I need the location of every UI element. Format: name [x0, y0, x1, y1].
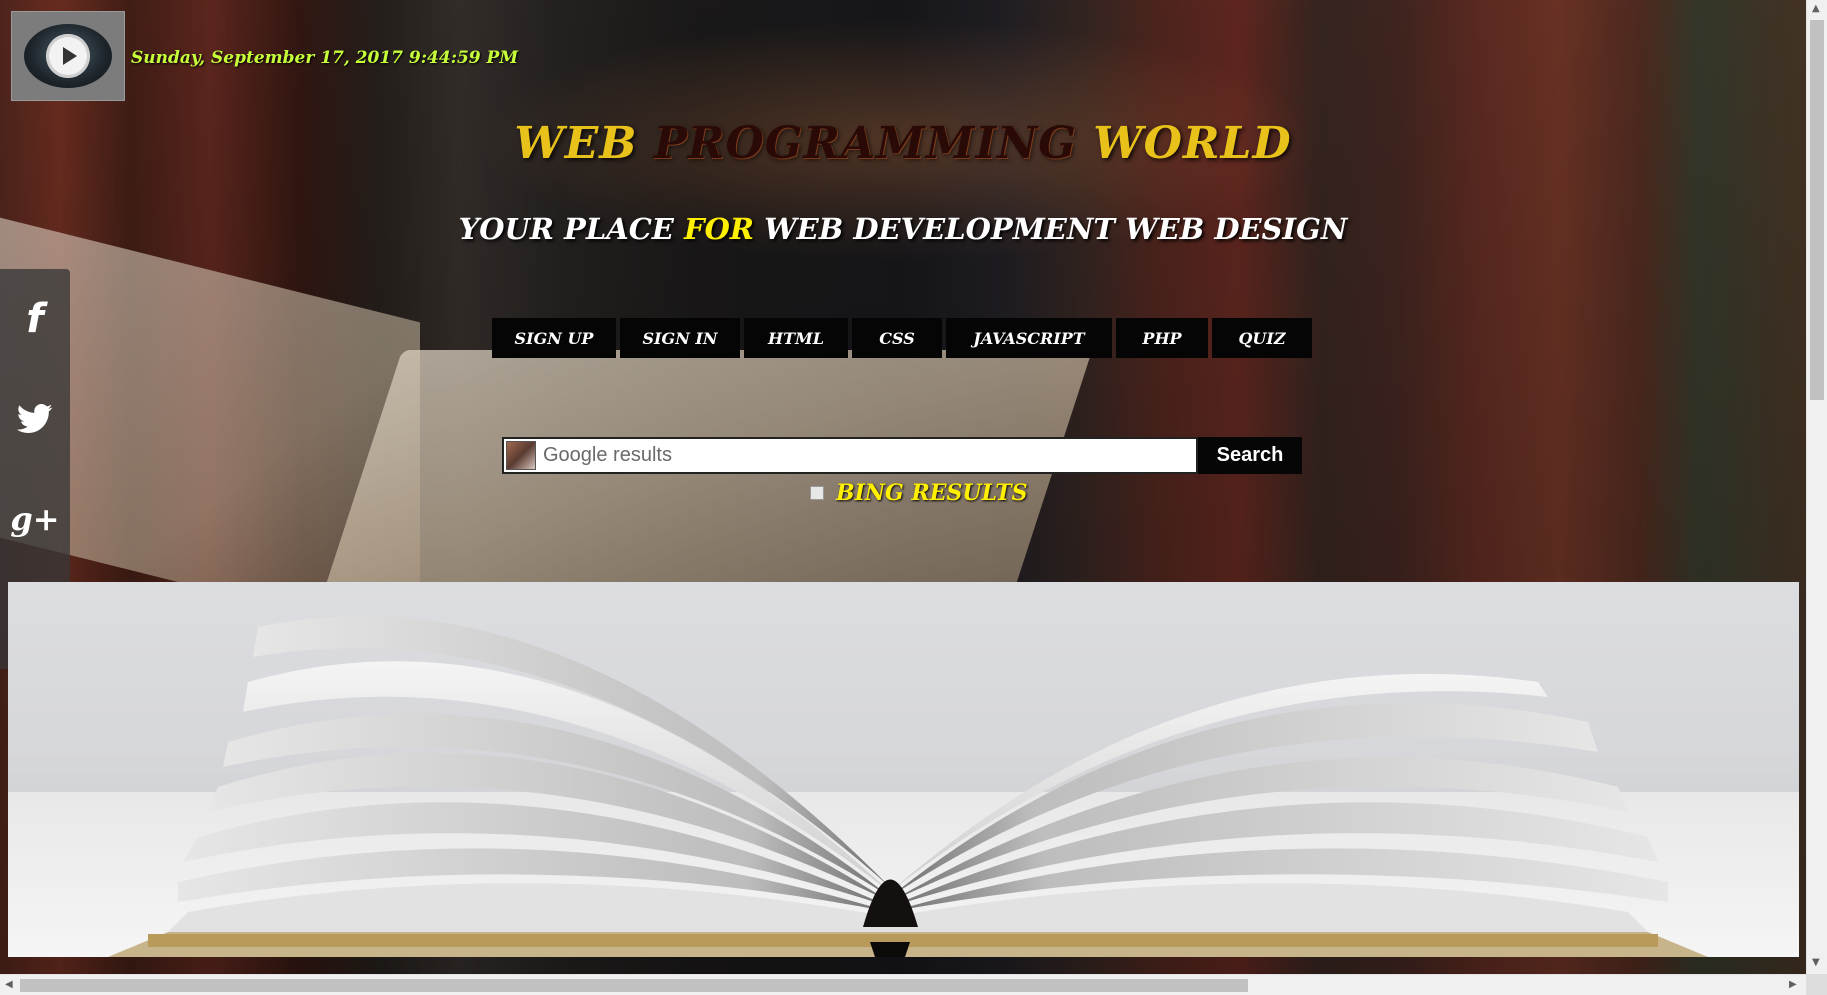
- site-tagline: YOUR PLACE FOR WEB DEVELOPMENT WEB DESIG…: [0, 212, 1806, 246]
- current-datetime: Sunday, September 17, 2017 9:44:59 PM: [131, 48, 519, 68]
- search-button[interactable]: Search: [1198, 437, 1302, 474]
- open-book-illustration: [8, 616, 1799, 957]
- bing-option: BING RESULTS: [810, 480, 1028, 506]
- vertical-scrollbar[interactable]: ▲ ▼: [1806, 0, 1827, 974]
- search-bar: Search: [502, 437, 1302, 474]
- nav-sign-up[interactable]: SIGN UP: [492, 318, 616, 358]
- facebook-icon[interactable]: f: [0, 269, 70, 369]
- nav-javascript[interactable]: JAVASCRIPT: [946, 318, 1112, 358]
- google-plus-icon[interactable]: g+: [0, 469, 70, 569]
- horizontal-scrollbar[interactable]: ◀ ▶: [0, 974, 1806, 995]
- tagline-part-2: WEB DEVELOPMENT WEB DESIGN: [764, 212, 1348, 246]
- tagline-part-1: YOUR PLACE: [458, 212, 674, 246]
- hero-image: [8, 582, 1799, 957]
- play-icon[interactable]: [46, 34, 90, 78]
- bing-results-checkbox[interactable]: [810, 486, 824, 500]
- site-title-word-3: WORLD: [1093, 118, 1292, 169]
- horizontal-scroll-thumb[interactable]: [20, 979, 1248, 992]
- nav-sign-in[interactable]: SIGN IN: [620, 318, 740, 358]
- media-player[interactable]: [11, 11, 125, 101]
- scroll-right-icon[interactable]: ▶: [1789, 980, 1797, 990]
- bing-results-label[interactable]: BING RESULTS: [836, 480, 1028, 506]
- scroll-left-icon[interactable]: ◀: [5, 980, 13, 990]
- scrollbar-corner: [1806, 974, 1827, 995]
- media-disc: [24, 24, 112, 88]
- nav-css[interactable]: CSS: [852, 318, 942, 358]
- nav-html[interactable]: HTML: [744, 318, 848, 358]
- scroll-down-icon[interactable]: ▼: [1812, 958, 1820, 968]
- tagline-highlight: FOR: [684, 212, 754, 246]
- site-title: WEB PROGRAMMING WORLD: [0, 118, 1806, 169]
- scroll-up-icon[interactable]: ▲: [1812, 4, 1820, 14]
- twitter-icon[interactable]: [0, 369, 70, 469]
- site-title-word-1: WEB: [514, 118, 638, 169]
- nav-php[interactable]: PHP: [1116, 318, 1208, 358]
- search-input[interactable]: [536, 439, 1196, 472]
- site-title-word-2: PROGRAMMING: [653, 118, 1077, 169]
- search-engine-icon: [506, 441, 536, 470]
- nav-quiz[interactable]: QUIZ: [1212, 318, 1312, 358]
- search-box: [502, 437, 1198, 474]
- main-nav: SIGN UP SIGN IN HTML CSS JAVASCRIPT PHP …: [492, 318, 1312, 358]
- vertical-scroll-thumb[interactable]: [1810, 20, 1824, 400]
